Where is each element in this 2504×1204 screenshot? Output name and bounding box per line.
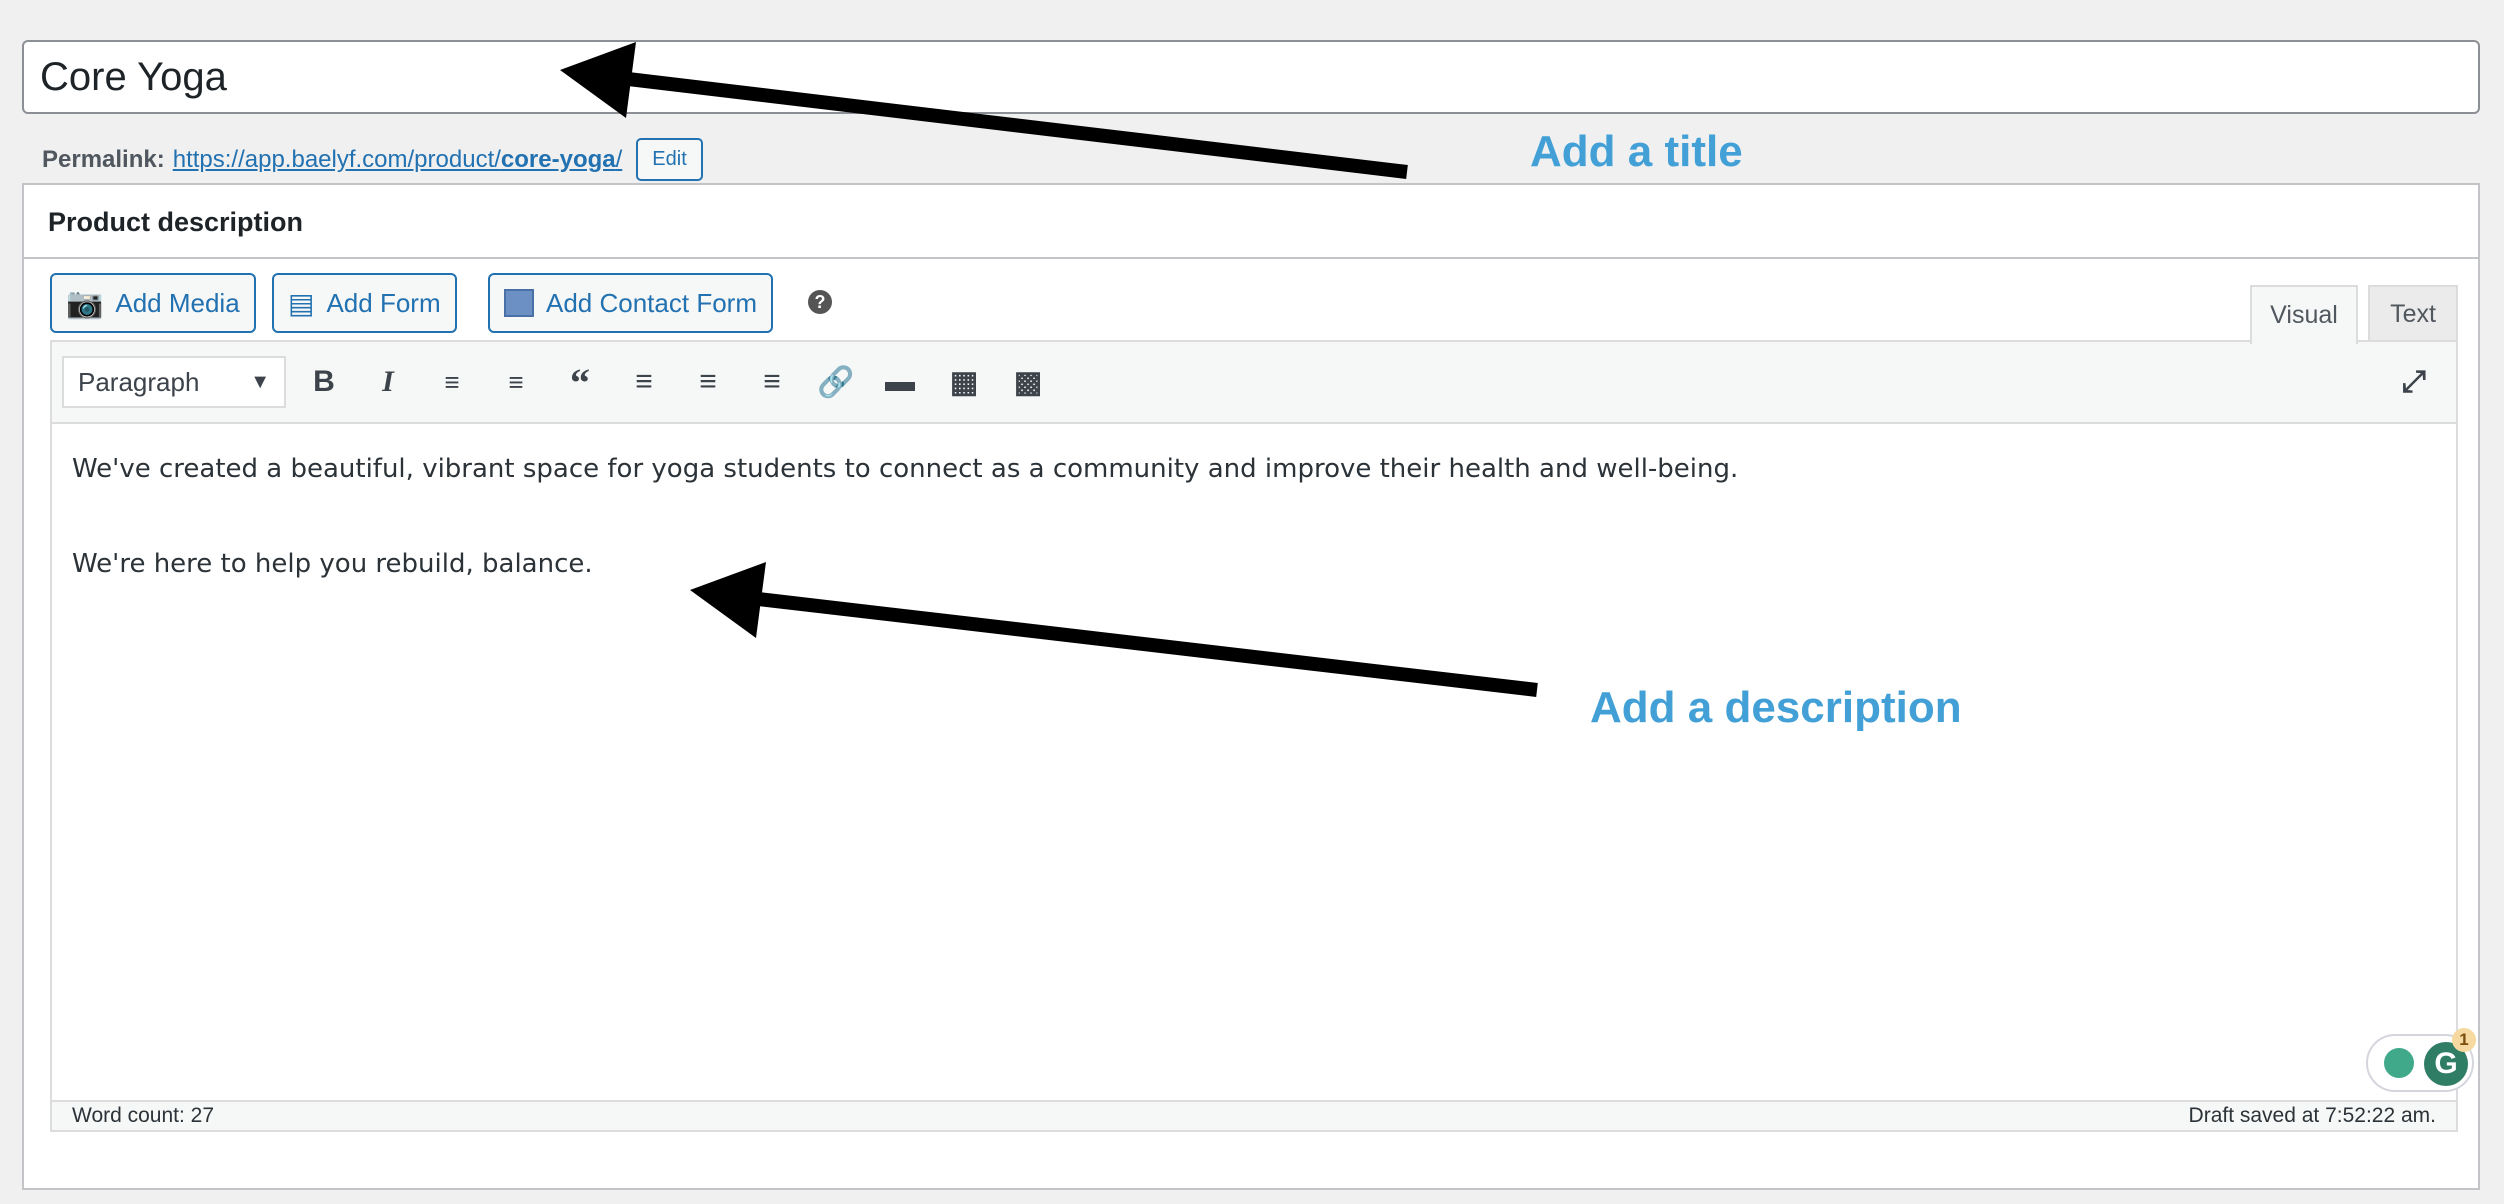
- annotation-arrows: [560, 42, 1538, 697]
- annotation-title: Add a title: [1530, 127, 1743, 176]
- tab-visual[interactable]: Visual: [2250, 285, 2358, 344]
- arrow-description: [690, 562, 1538, 697]
- arrow-title: [560, 42, 1408, 179]
- annotation-description: Add a description: [1590, 683, 1962, 732]
